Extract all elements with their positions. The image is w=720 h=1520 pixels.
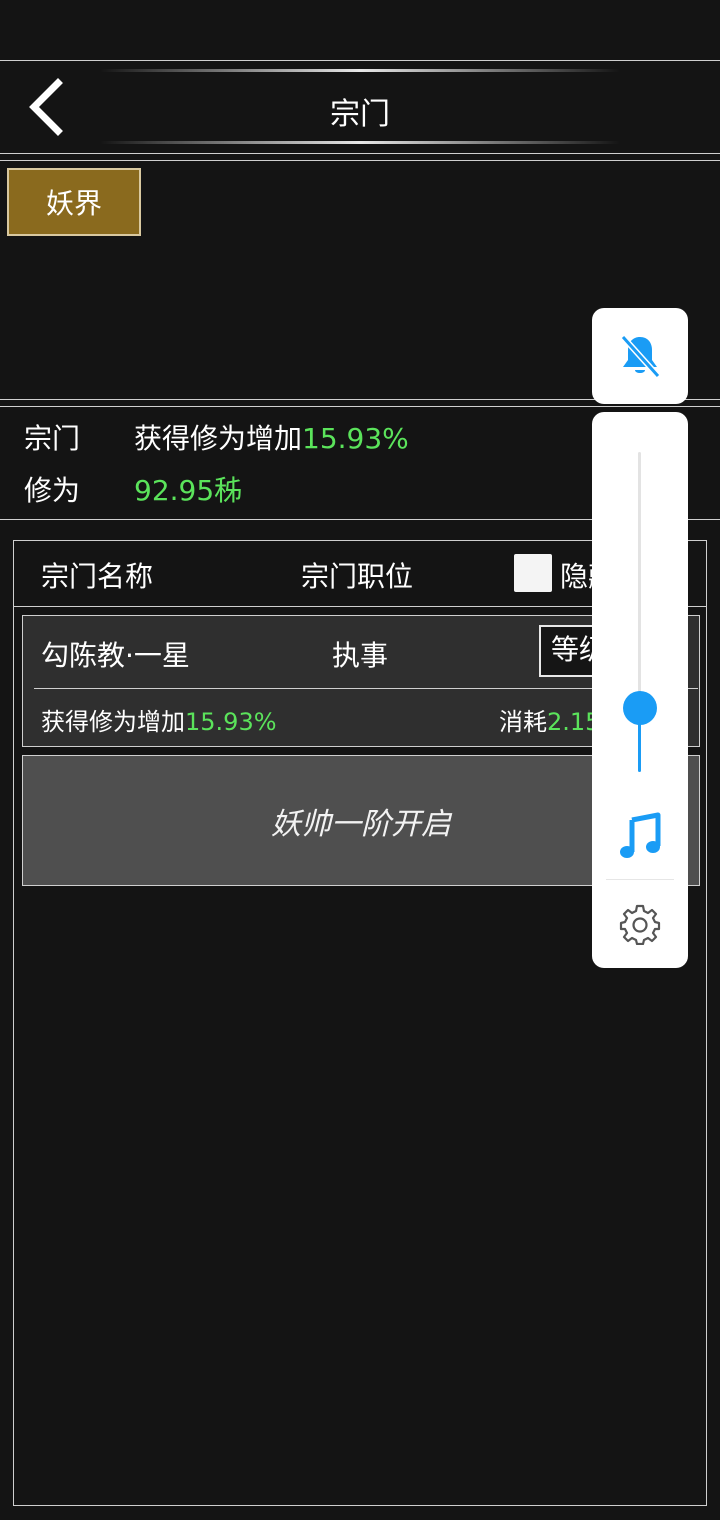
status-bar [0,0,720,60]
sect-item-cost-prefix: 消耗 [499,708,547,736]
volume-panel [592,412,688,968]
sect-item-cost: 消耗2.15 [499,702,600,737]
bell-off-icon [620,334,661,379]
header-ornament-line [100,141,620,144]
hide-checkbox[interactable] [514,554,552,592]
divider [606,879,674,880]
sect-name: 勾陈教·一星 [41,639,190,672]
realm-tab-yaojie[interactable]: 妖界 [7,168,141,236]
header-ornament-line [100,69,620,72]
volume-slider-thumb[interactable] [623,691,657,725]
page-title: 宗门 [330,97,390,132]
column-header-name: 宗门名称 [41,560,154,593]
sect-role: 执事 [332,639,389,672]
sect-item-bonus: 获得修为增加15.93% [41,702,277,737]
header-bar: 宗门 [0,60,720,154]
sect-bonus-text: 获得修为增加15.93% [134,417,409,457]
sect-bonus-value: 15.93% [302,422,409,455]
gear-icon[interactable] [619,903,661,945]
sect-item-bonus-prefix: 获得修为增加 [41,708,185,736]
music-note-icon[interactable] [618,812,662,860]
sect-item-bonus-value: 15.93% [185,708,277,736]
sect-stat-label: 宗门 [24,422,81,455]
column-header-position: 宗门职位 [301,560,414,593]
sect-bonus-prefix: 获得修为增加 [134,422,303,455]
cultivation-value: 92.95秭 [134,474,243,507]
cultivation-label: 修为 [24,474,81,507]
mute-panel[interactable] [592,308,688,404]
